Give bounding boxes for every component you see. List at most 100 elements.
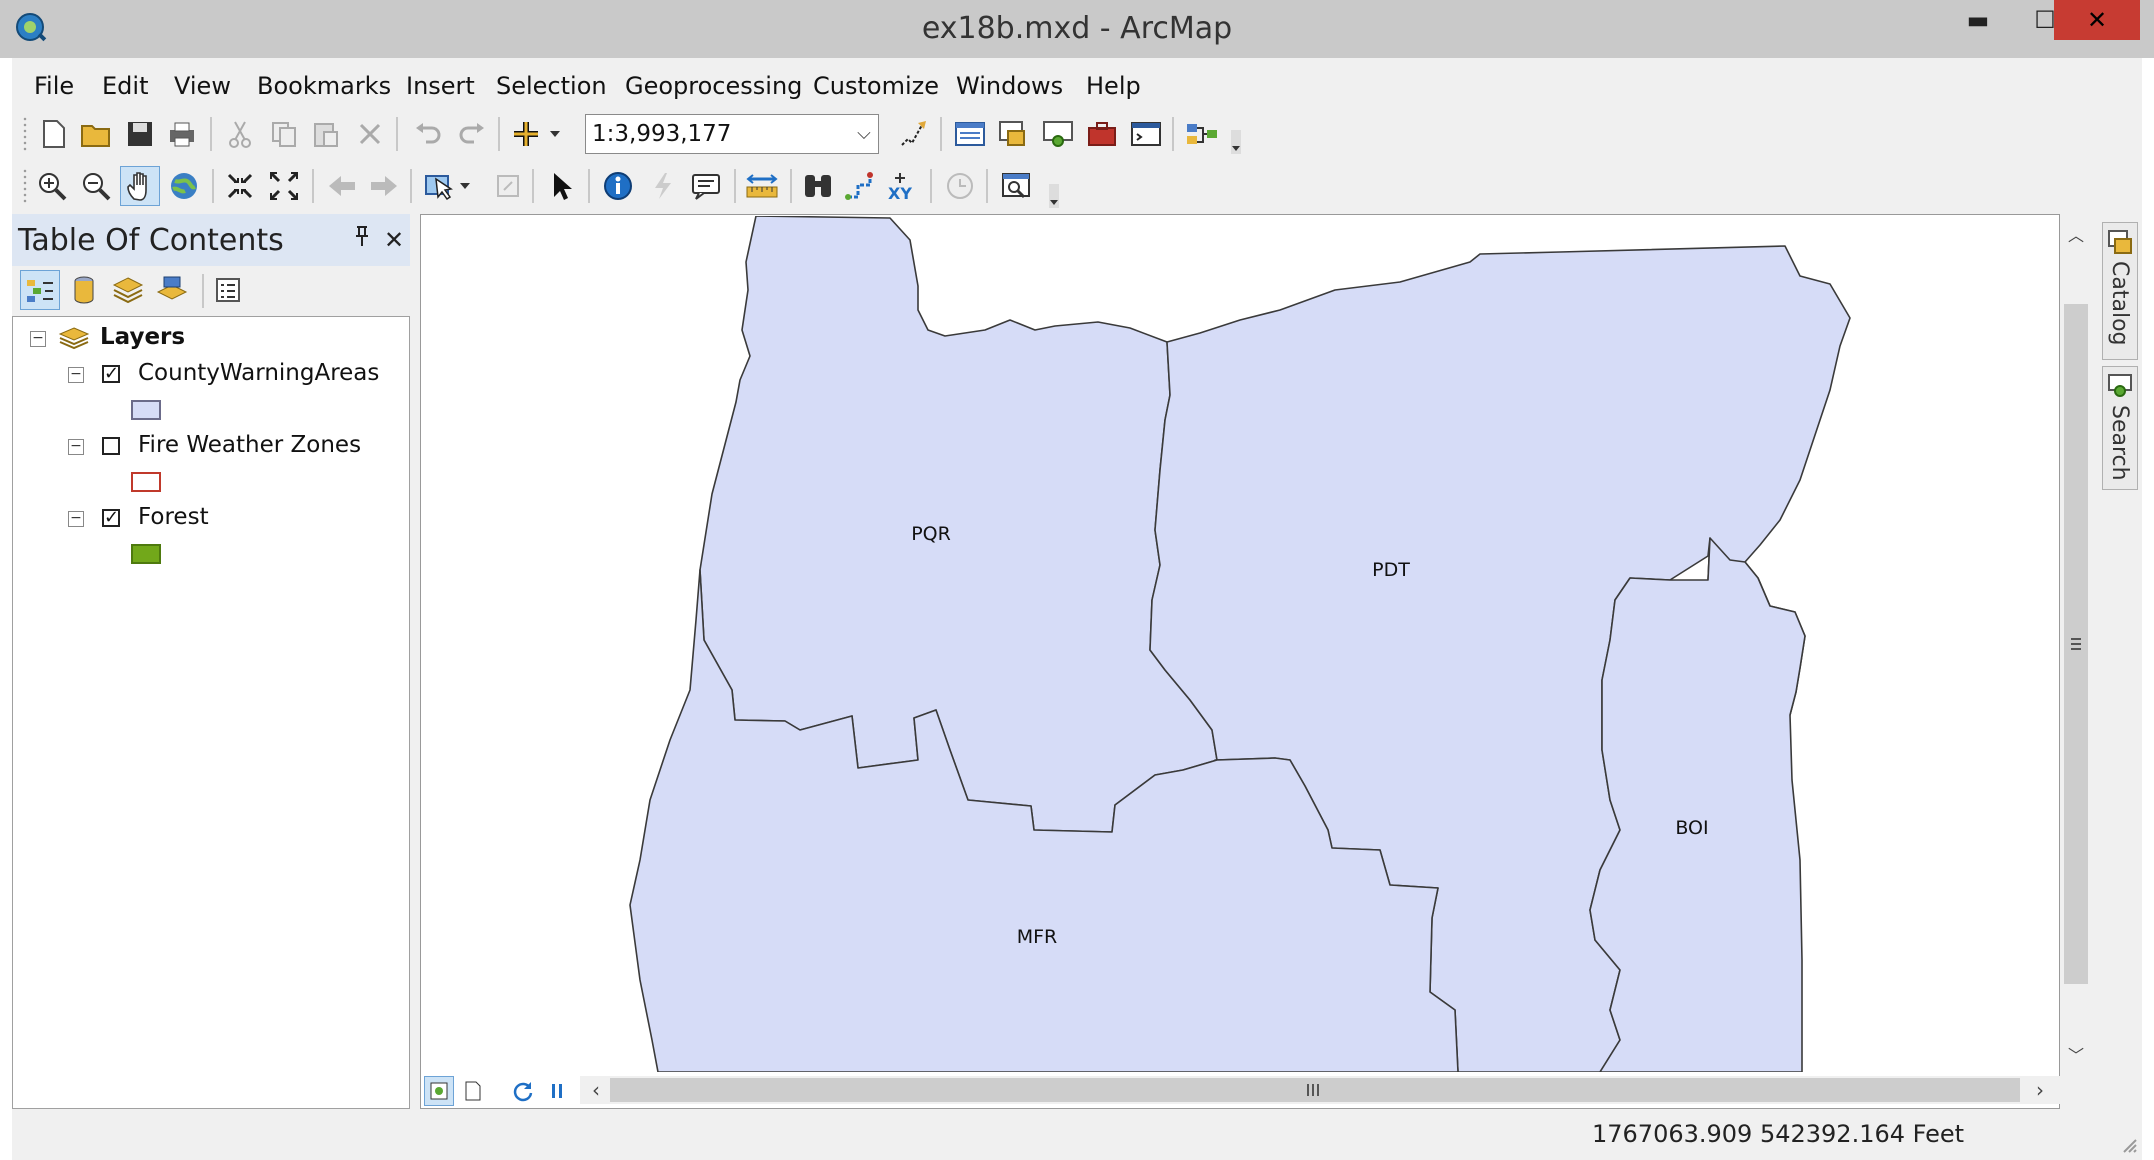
undo-icon[interactable] (410, 116, 446, 152)
copy-icon[interactable] (266, 116, 302, 152)
find-icon[interactable] (800, 168, 836, 204)
minimize-button[interactable]: ▬ (1945, 0, 2011, 40)
toolbar-overflow-icon[interactable] (1228, 124, 1244, 160)
options-icon[interactable] (210, 272, 246, 308)
print-icon[interactable] (164, 116, 200, 152)
toolbar-grip[interactable] (22, 116, 28, 152)
layer-name-countywarningareas[interactable]: CountyWarningAreas (138, 358, 379, 388)
cut-icon[interactable] (222, 116, 258, 152)
delete-icon[interactable] (352, 116, 388, 152)
editor-toolbar-icon[interactable] (896, 116, 932, 152)
menu-file[interactable]: File (34, 64, 74, 108)
cwa-polygon-boi[interactable] (1589, 537, 1806, 1072)
toolbar-separator (532, 169, 534, 203)
hyperlink-icon[interactable] (644, 168, 680, 204)
layer-visibility-checkbox[interactable] (102, 437, 120, 455)
scroll-down-icon[interactable]: ﹀ (2062, 1042, 2090, 1070)
go-forward-icon[interactable] (366, 168, 402, 204)
menu-view[interactable]: View (174, 64, 231, 108)
fixed-zoom-out-icon[interactable] (266, 168, 302, 204)
layer-visibility-checkbox[interactable]: ✓ (102, 509, 120, 527)
resize-grip-icon[interactable] (2120, 1136, 2138, 1154)
map-scale-value[interactable]: 1:3,993,177 (592, 114, 731, 154)
collapse-layer-toggle[interactable]: − (68, 367, 84, 383)
scroll-up-icon[interactable]: ︿ (2062, 222, 2090, 250)
catalog-dock-tab[interactable]: Catalog (2102, 222, 2138, 360)
arctoolbox-icon[interactable] (1084, 116, 1120, 152)
html-popup-icon[interactable] (688, 168, 724, 204)
region-label-boi[interactable]: BOI (1675, 817, 1708, 839)
layer-symbol-swatch[interactable] (131, 544, 161, 564)
menu-geoprocessing[interactable]: Geoprocessing (625, 64, 802, 108)
region-label-pqr[interactable]: PQR (911, 523, 951, 545)
table-of-contents-icon[interactable] (952, 116, 988, 152)
layers-root-label[interactable]: Layers (100, 322, 185, 352)
menu-help[interactable]: Help (1086, 64, 1141, 108)
pin-icon[interactable] (346, 222, 378, 258)
search-window-icon[interactable] (1040, 116, 1076, 152)
list-by-visibility-icon[interactable] (110, 272, 146, 308)
list-by-selection-icon[interactable] (154, 272, 190, 308)
close-button[interactable]: ✕ (2054, 0, 2140, 40)
menu-selection[interactable]: Selection (496, 64, 607, 108)
fixed-zoom-in-icon[interactable] (222, 168, 258, 204)
measure-icon[interactable] (744, 168, 780, 204)
layer-symbol-swatch[interactable] (131, 400, 161, 420)
layer-visibility-checkbox[interactable]: ✓ (102, 365, 120, 383)
select-elements-icon[interactable] (544, 168, 580, 204)
refresh-icon[interactable] (508, 1076, 538, 1106)
layer-name-fire-weather-zones[interactable]: Fire Weather Zones (138, 430, 361, 460)
region-label-mfr[interactable]: MFR (1017, 926, 1058, 948)
menu-customize[interactable]: Customize (813, 64, 939, 108)
layer-symbol-swatch[interactable] (131, 472, 161, 492)
toolbar-overflow-icon[interactable] (1046, 178, 1062, 214)
toolbar-separator (940, 117, 942, 151)
menu-edit[interactable]: Edit (102, 64, 148, 108)
save-icon[interactable] (122, 116, 158, 152)
collapse-layer-toggle[interactable]: − (68, 511, 84, 527)
new-document-icon[interactable] (36, 116, 72, 152)
toolbar-separator (410, 169, 412, 203)
scroll-right-icon[interactable]: › (2026, 1076, 2054, 1104)
identify-icon[interactable] (600, 168, 636, 204)
go-back-icon[interactable] (324, 168, 360, 204)
collapse-layer-toggle[interactable]: − (68, 439, 84, 455)
select-features-icon[interactable] (420, 168, 476, 204)
chevron-down-icon[interactable]: ⌵ (850, 114, 878, 154)
add-data-icon[interactable] (510, 116, 566, 152)
data-view-icon[interactable] (424, 1076, 454, 1106)
pause-drawing-icon[interactable] (542, 1076, 572, 1106)
menu-windows[interactable]: Windows (956, 64, 1063, 108)
zoom-out-icon[interactable] (78, 168, 114, 204)
collapse-layers-toggle[interactable]: − (30, 331, 46, 347)
open-folder-icon[interactable] (78, 116, 114, 152)
map-canvas[interactable]: PQR PDT BOI MFR (422, 216, 2060, 1072)
region-label-pdt[interactable]: PDT (1372, 559, 1410, 581)
viewer-window-icon[interactable] (998, 168, 1034, 204)
search-dock-tab[interactable]: Search (2102, 366, 2138, 490)
scroll-left-icon[interactable]: ‹ (582, 1076, 610, 1104)
catalog-window-icon[interactable] (996, 116, 1032, 152)
redo-icon[interactable] (454, 116, 490, 152)
clear-selection-icon[interactable] (490, 168, 526, 204)
zoom-in-icon[interactable] (34, 168, 70, 204)
time-slider-icon[interactable] (942, 168, 978, 204)
search-tab-label[interactable]: Search (2107, 405, 2132, 481)
python-window-icon[interactable] (1128, 116, 1164, 152)
model-builder-icon[interactable] (1184, 116, 1220, 152)
toolbar-grip[interactable] (22, 168, 28, 204)
menu-bookmarks[interactable]: Bookmarks (257, 64, 391, 108)
catalog-tab-label[interactable]: Catalog (2107, 261, 2132, 346)
find-route-icon[interactable] (842, 168, 878, 204)
menu-insert[interactable]: Insert (406, 64, 475, 108)
go-to-xy-icon[interactable]: XY (884, 168, 920, 204)
layout-view-icon[interactable] (458, 1076, 488, 1106)
list-by-source-icon[interactable] (66, 272, 102, 308)
toc-close-icon[interactable]: ✕ (378, 222, 410, 258)
full-extent-icon[interactable] (166, 168, 202, 204)
paste-icon[interactable] (308, 116, 344, 152)
list-by-drawing-order-icon[interactable] (20, 270, 60, 310)
layer-name-forest[interactable]: Forest (138, 502, 209, 532)
pan-icon[interactable] (120, 166, 160, 206)
toolbar-separator (1172, 117, 1174, 151)
